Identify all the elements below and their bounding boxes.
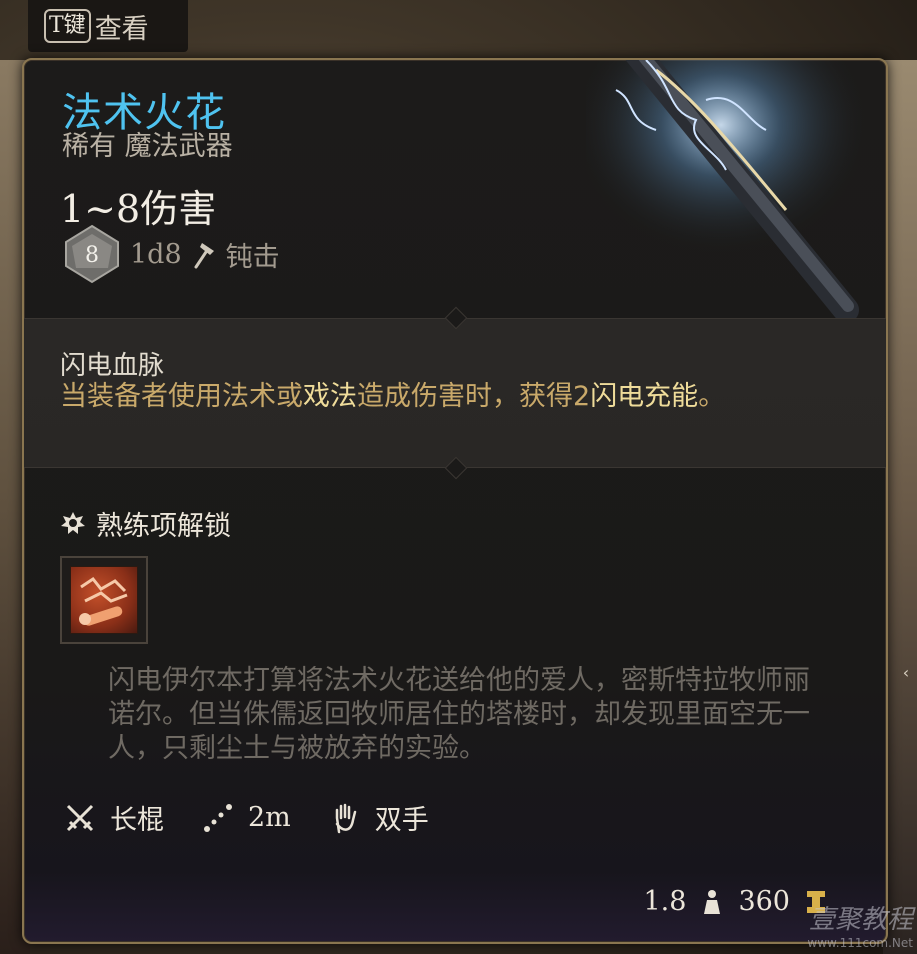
weapon-type-prop[interactable]: 长棍 [64, 798, 164, 837]
trait-name: 闪电血脉 [60, 351, 165, 381]
divider-notch-bottom [444, 456, 468, 480]
damage-dice-row: 8 1d8 钝击 [62, 224, 280, 284]
collapse-arrow-icon[interactable]: ‹ [897, 662, 915, 684]
proficiency-header: 熟练项解锁 [60, 504, 231, 543]
damage-type: 钝击 [225, 241, 280, 273]
hand-icon [335, 803, 357, 833]
weight-icon [704, 889, 721, 914]
weapon-action-icon [70, 566, 138, 634]
weapon-properties: 长棍 2m 双手 [64, 798, 467, 837]
keyword-cantrip[interactable]: 戏法 [303, 381, 357, 412]
handedness: 双手 [374, 805, 429, 836]
keybind-badge: T键 [44, 9, 91, 43]
item-price: 360 [738, 886, 790, 917]
range-icon [204, 803, 232, 832]
quarterstaff-icon [586, 60, 886, 320]
watermark-brand: 壹聚教程 [808, 905, 913, 935]
handedness-prop[interactable]: 双手 [329, 798, 429, 837]
d8-dice-icon: 8 [65, 224, 119, 284]
range-prop[interactable]: 2m [202, 802, 291, 834]
trait-section: 闪电血脉 当装备者使用法术或戏法造成伤害时，获得2闪电充能。 [24, 306, 886, 480]
item-footer: 1.8 360 [644, 886, 829, 917]
proficiency-badge-icon [61, 511, 85, 534]
weapon-range: 2m [248, 802, 291, 833]
item-weight: 1.8 [643, 886, 687, 917]
keyword-lightning-charge[interactable]: 闪电充能 [590, 381, 698, 412]
crossed-swords-icon [66, 804, 94, 831]
site-watermark: 壹聚教程 www.111com.Net [807, 899, 913, 950]
weapon-type: 长棍 [110, 805, 164, 836]
lore-text: 闪电伊尔本打算将法术火花送给他的爱人，密斯特拉牧师丽诺尔。但当侏儒返回牧师居住的… [108, 665, 810, 764]
item-rarity-type: 稀有 魔法武器 [62, 131, 233, 162]
damage-dice: 1d8 [130, 238, 182, 270]
inspect-key-hint[interactable]: T键 查看 [28, 0, 188, 52]
item-tooltip: 法术火花 稀有 魔法武器 1~8伤害 8 1d8 钝击 闪电血脉 当装备者使用法… [22, 58, 888, 944]
watermark-url: www.111com.Net [807, 936, 913, 950]
bludgeoning-icon [194, 243, 214, 269]
proficiency-label: 熟练项解锁 [96, 511, 231, 542]
proficiency-action-slot[interactable] [60, 556, 148, 644]
divider-notch-top [444, 306, 468, 330]
backdrop-right [883, 60, 917, 954]
svg-text:8: 8 [85, 243, 99, 268]
trait-description: 当装备者使用法术或戏法造成伤害时，获得2闪电充能。 [60, 381, 726, 412]
inspect-label: 查看 [94, 13, 149, 45]
